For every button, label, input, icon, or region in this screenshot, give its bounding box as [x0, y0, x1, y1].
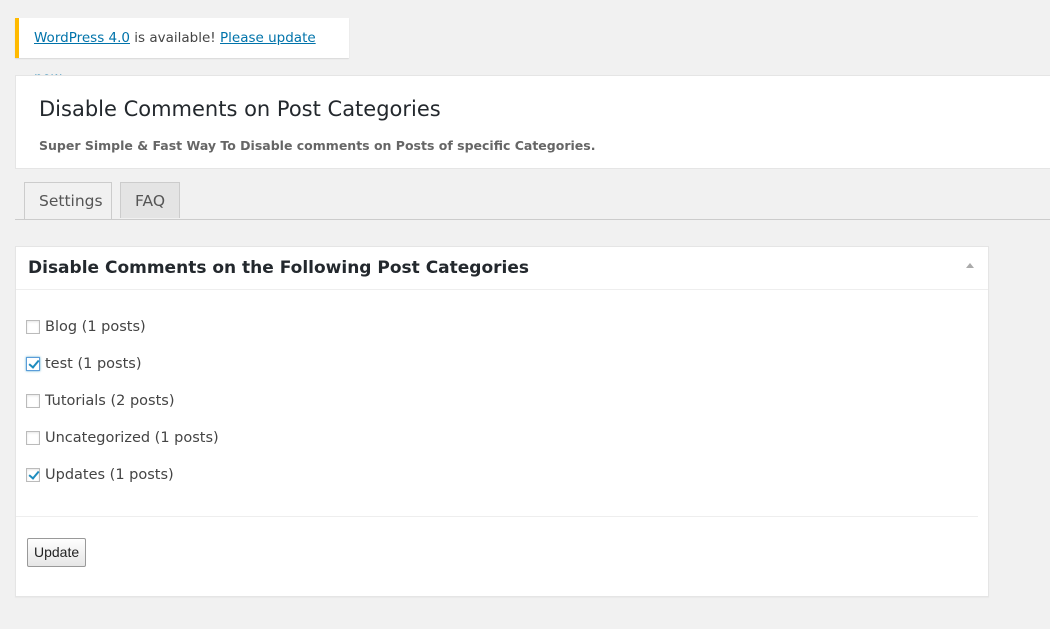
tab-faq[interactable]: FAQ	[120, 182, 180, 218]
categories-panel: Disable Comments on the Following Post C…	[15, 246, 989, 597]
checkbox[interactable]	[26, 468, 40, 482]
category-label: Uncategorized (1 posts)	[45, 430, 219, 446]
category-label: test (1 posts)	[45, 356, 142, 372]
category-label: Updates (1 posts)	[45, 467, 174, 483]
category-item-blog[interactable]: Blog (1 posts)	[26, 319, 146, 335]
plugin-header: Disable Comments on Post Categories Supe…	[15, 75, 1050, 169]
notice-text: is available!	[130, 30, 221, 46]
wordpress-version-link[interactable]: WordPress 4.0	[34, 30, 130, 46]
update-notice: WordPress 4.0 is available! Please updat…	[15, 18, 349, 86]
tab-settings[interactable]: Settings	[24, 182, 112, 219]
category-item-updates[interactable]: Updates (1 posts)	[26, 467, 174, 483]
update-button[interactable]: Update	[27, 538, 87, 567]
panel-title: Disable Comments on the Following Post C…	[16, 247, 988, 290]
page-title: Disable Comments on Post Categories	[39, 97, 441, 121]
page-subtitle: Super Simple & Fast Way To Disable comme…	[39, 138, 596, 153]
checkbox[interactable]	[26, 320, 40, 334]
checkbox[interactable]	[26, 431, 40, 445]
category-item-uncategorized[interactable]: Uncategorized (1 posts)	[26, 430, 219, 446]
collapse-arrow-icon[interactable]	[966, 263, 974, 268]
category-item-test[interactable]: test (1 posts)	[26, 356, 141, 372]
category-item-tutorials[interactable]: Tutorials (2 posts)	[26, 393, 175, 409]
checkbox[interactable]	[26, 357, 40, 371]
checkbox[interactable]	[26, 394, 40, 408]
category-label: Tutorials (2 posts)	[45, 393, 175, 409]
divider	[16, 516, 978, 517]
category-label: Blog (1 posts)	[45, 319, 146, 335]
tab-bar: Settings FAQ	[15, 182, 1050, 220]
